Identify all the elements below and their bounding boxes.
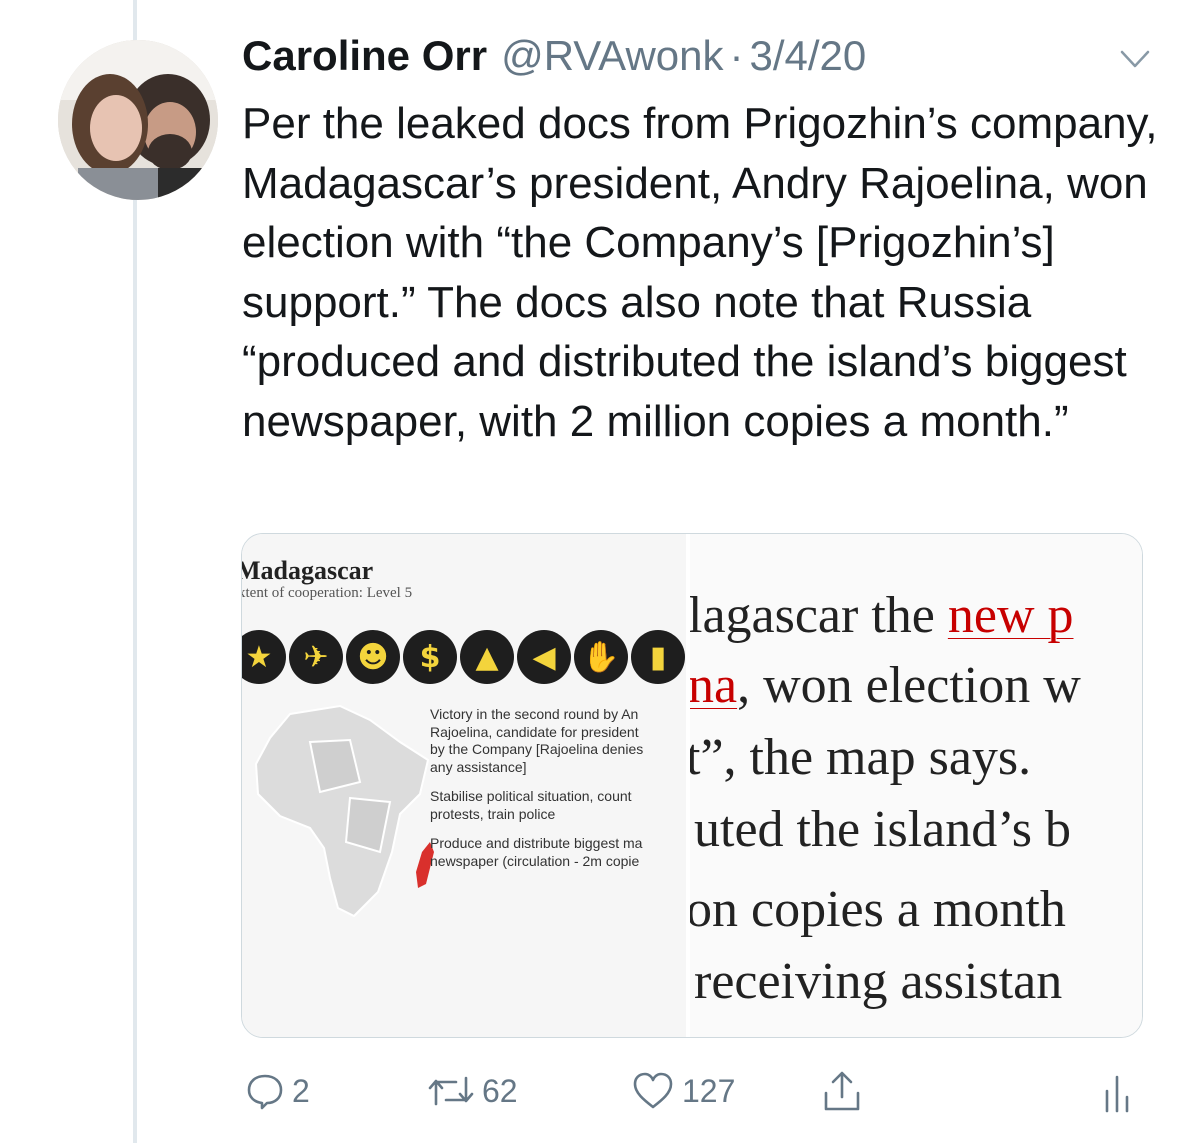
soldier-icon: ☻ [346, 630, 400, 684]
analytics-icon [1105, 1075, 1129, 1113]
article-line-2: na, won election w [690, 657, 1081, 714]
avatar-photo [58, 40, 218, 200]
megaphone-icon: ◀ [517, 630, 571, 684]
tweet-header: Caroline Orr @RVAwonk · 3/4/20 [242, 32, 1140, 92]
note-newspaper: Produce and distribute biggest ma newspa… [430, 835, 643, 869]
tweet-text: Per the leaked docs from Prigozhin’s com… [242, 99, 1158, 446]
africa-map [254, 704, 434, 918]
avatar[interactable] [58, 40, 218, 200]
dollar-icon: $ [403, 630, 457, 684]
retweet-button[interactable]: 62 [426, 1066, 518, 1116]
article-link-new-president: new p [947, 587, 1074, 644]
tweet-date[interactable]: 3/4/20 [750, 32, 867, 80]
newspaper-icon: ▮ [631, 630, 685, 684]
article-line-1: lagascar the new p [690, 587, 1074, 644]
handle[interactable]: @RVAwonk [501, 32, 723, 80]
tweet-actions: 2 62 127 [0, 1066, 1200, 1116]
tent-icon: ▲ [460, 630, 514, 684]
share-icon [824, 1071, 860, 1111]
map-notes: Victory in the second round by An Rajoel… [430, 706, 686, 882]
reply-button[interactable]: 2 [244, 1066, 310, 1116]
heart-icon [633, 1072, 673, 1109]
like-count: 127 [682, 1072, 736, 1109]
handshake-icon: ✋ [574, 630, 628, 684]
map-subtitle: xtent of cooperation: Level 5 [242, 585, 413, 601]
reply-icon [247, 1074, 283, 1110]
map-title: Madagascar [242, 556, 374, 585]
article-line-4: uted the island’s b [694, 801, 1071, 858]
cooperation-icons: ★ ✈ ☻ $ ▲ ◀ ✋ ▮ [242, 630, 685, 684]
like-button[interactable]: 127 [630, 1066, 735, 1116]
share-button[interactable] [820, 1066, 864, 1116]
article-line-3: t”, the map says. [690, 729, 1032, 786]
display-name[interactable]: Caroline Orr [242, 32, 487, 80]
article-line-5: on copies a month [690, 881, 1066, 938]
article-line-6: receiving assistan [694, 953, 1063, 1010]
note-stabilise: Stabilise political situation, count pro… [430, 788, 632, 822]
retweet-count: 62 [482, 1072, 518, 1109]
star-icon: ★ [242, 630, 286, 684]
retweet-icon [428, 1076, 474, 1106]
chevron-down-icon[interactable] [1118, 42, 1152, 76]
article-image[interactable]: lagascar the new p na, won election w t”… [690, 534, 1142, 1037]
plane-icon: ✈ [289, 630, 343, 684]
analytics-button[interactable] [1102, 1066, 1132, 1116]
reply-count: 2 [292, 1072, 310, 1109]
media-card[interactable]: Madagascar xtent of cooperation: Level 5… [241, 533, 1143, 1038]
map-image[interactable]: Madagascar xtent of cooperation: Level 5… [242, 534, 686, 1037]
separator-dot: · [729, 32, 744, 79]
note-election: Victory in the second round by An Rajoel… [430, 706, 644, 775]
